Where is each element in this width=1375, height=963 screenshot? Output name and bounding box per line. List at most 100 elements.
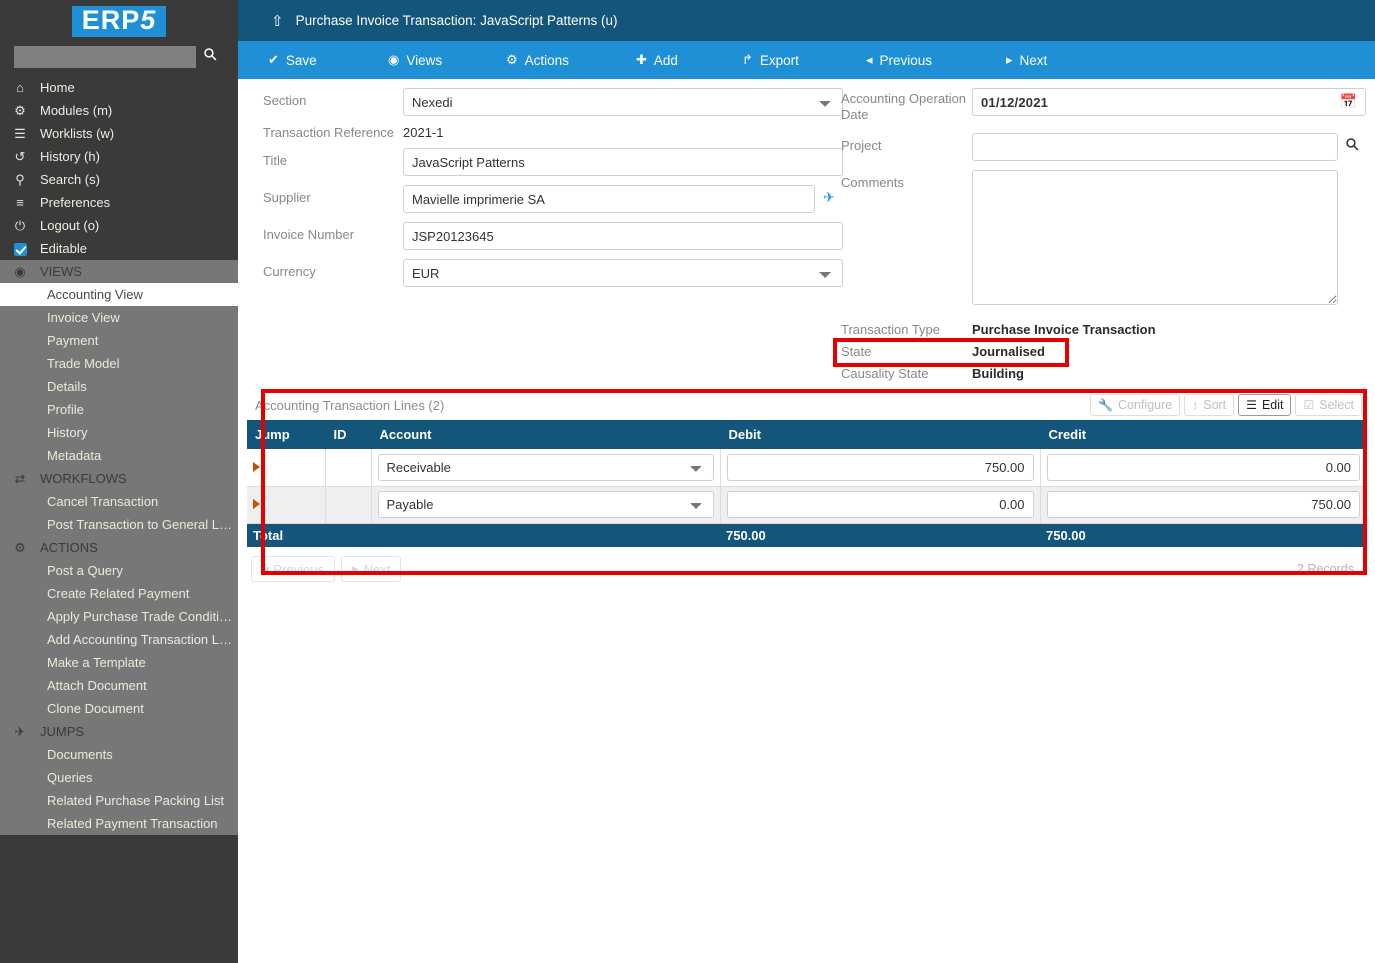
export-button[interactable]: ↱ Export <box>742 52 799 68</box>
sidebar-item-payment[interactable]: Payment <box>0 329 238 352</box>
transaction-reference-value: 2021-1 <box>403 125 444 140</box>
sidebar-item-label: Add Accounting Transaction L… <box>47 632 233 647</box>
sidebar-section-actions[interactable]: ⚙ ACTIONS <box>0 536 238 559</box>
field-comments: Comments <box>841 170 1366 310</box>
sidebar-nav-item-modules-m[interactable]: ⚙ Modules (m) <box>0 99 238 122</box>
sidebar-item-cancel-transaction[interactable]: Cancel Transaction <box>0 490 238 513</box>
sidebar-item-apply-purchase-trade-conditi[interactable]: Apply Purchase Trade Conditi… <box>0 605 238 628</box>
sidebar-item-create-related-payment[interactable]: Create Related Payment <box>0 582 238 605</box>
sidebar-nav-item-label: Modules (m) <box>40 103 113 118</box>
sidebar-nav-item-home[interactable]: ⌂ Home <box>0 76 238 99</box>
jump-arrow-icon[interactable] <box>253 461 260 472</box>
sidebar-item-label: Attach Document <box>47 678 147 693</box>
column-header-debit[interactable]: Debit <box>720 420 1041 449</box>
logo-text: ERP <box>81 4 141 35</box>
table-total-row: Total 750.00 750.00 <box>247 523 1366 547</box>
sidebar-nav-item-logout-o[interactable]: ⏻ Logout (o) <box>0 214 238 237</box>
sidebar-section-views[interactable]: ◉ VIEWS <box>0 260 238 283</box>
search-input[interactable] <box>14 46 196 68</box>
chevron-left-icon: ◂ <box>262 561 269 576</box>
project-input[interactable] <box>972 133 1338 161</box>
accounting-date-input[interactable] <box>972 88 1366 116</box>
debit-input[interactable] <box>726 491 1034 518</box>
pagination-previous-button[interactable]: ◂ Previous <box>251 556 336 582</box>
sidebar-nav-item-preferences[interactable]: ≡ Preferences <box>0 191 238 214</box>
column-header-credit[interactable]: Credit <box>1040 420 1367 449</box>
erp5-logo[interactable]: ERP5 <box>0 0 238 42</box>
previous-label: Previous <box>879 52 933 68</box>
views-label: Views <box>406 52 443 68</box>
sidebar-item-accounting-view[interactable]: Accounting View <box>0 283 238 306</box>
sidebar-item-related-purchase-packing-list[interactable]: Related Purchase Packing List <box>0 789 238 812</box>
section-select[interactable]: Nexedi <box>403 88 843 116</box>
sidebar-item-post-transaction-to-general-l[interactable]: Post Transaction to General L… <box>0 513 238 536</box>
sidebar-item-documents[interactable]: Documents <box>0 743 238 766</box>
sidebar-item-metadata[interactable]: Metadata <box>0 444 238 467</box>
field-invoice-number: Invoice Number <box>263 222 843 250</box>
sidebar-item-details[interactable]: Details <box>0 375 238 398</box>
currency-select[interactable]: EUR <box>403 259 843 287</box>
credit-input[interactable] <box>1046 453 1360 481</box>
arrow-up-icon[interactable]: ⇧ <box>271 12 284 30</box>
edit-button[interactable]: ☰ Edit <box>1238 394 1292 416</box>
sort-icon: ↕ <box>1192 398 1199 412</box>
total-label: Total <box>247 523 720 547</box>
column-header-account[interactable]: Account <box>371 420 721 449</box>
views-button[interactable]: ◉ Views <box>388 52 442 68</box>
total-debit: 750.00 <box>720 523 1040 547</box>
account-select[interactable]: Receivable <box>377 453 714 481</box>
column-header-jump[interactable]: Jump <box>247 420 326 449</box>
sidebar-section-jumps[interactable]: ✈ JUMPS <box>0 720 238 743</box>
sidebar-item-label: Accounting View <box>47 287 143 302</box>
sidebar-item-related-payment-transaction[interactable]: Related Payment Transaction <box>0 812 238 835</box>
debit-input[interactable] <box>726 453 1034 481</box>
pagination-next-button[interactable]: ▸ Next <box>341 556 402 582</box>
next-button[interactable]: ▸ Next <box>1006 52 1047 68</box>
sidebar-item-add-accounting-transaction-l[interactable]: Add Accounting Transaction L… <box>0 628 238 651</box>
sidebar-nav-item-history-h[interactable]: ↺ History (h) <box>0 145 238 168</box>
account-select[interactable]: Payable <box>377 491 714 518</box>
column-header-id[interactable]: ID <box>325 420 372 449</box>
sidebar-section-workflows[interactable]: ⇄ WORKFLOWS <box>0 467 238 490</box>
save-button[interactable]: ✔ Save <box>268 52 317 68</box>
sidebar-item-trade-model[interactable]: Trade Model <box>0 352 238 375</box>
sidebar-nav-item-label: History (h) <box>40 149 100 164</box>
previous-button[interactable]: ◂ Previous <box>866 52 932 68</box>
sidebar-item-clone-document[interactable]: Clone Document <box>0 697 238 720</box>
history-icon: ↺ <box>14 148 26 164</box>
listbox-pagination: ◂ Previous ▸ Next 2 Records <box>247 551 1366 587</box>
search-icon[interactable] <box>1338 133 1366 154</box>
search-icon[interactable] <box>196 46 224 68</box>
sidebar-item-queries[interactable]: Queries <box>0 766 238 789</box>
sidebar-item-profile[interactable]: Profile <box>0 398 238 421</box>
supplier-input[interactable] <box>403 185 815 213</box>
sidebar-nav-item-search-s[interactable]: ⚲ Search (s) <box>0 168 238 191</box>
sidebar-item-post-a-query[interactable]: Post a Query <box>0 559 238 582</box>
accounting-date-label: Accounting Operation Date <box>841 91 967 122</box>
jump-arrow-icon[interactable] <box>253 499 260 509</box>
credit-input[interactable] <box>1046 491 1360 518</box>
sidebar-nav-item-editable[interactable]: Editable <box>0 237 238 260</box>
form-right-column: Accounting Operation Date 📅 Project <box>841 88 1366 391</box>
sidebar-item-make-a-template[interactable]: Make a Template <box>0 651 238 674</box>
sort-label: Sort <box>1203 398 1227 412</box>
search-icon: ⚲ <box>15 171 25 187</box>
sidebar-section-label: JUMPS <box>40 724 85 739</box>
table-header-row: Jump ID Account Debit Credit <box>247 420 1367 449</box>
field-project: Project <box>841 133 1366 161</box>
field-section: Section Nexedi <box>263 88 843 116</box>
add-button[interactable]: ✚ Add <box>636 52 678 68</box>
plane-icon[interactable]: ✈ <box>815 185 843 206</box>
eye-icon: ◉ <box>14 263 26 279</box>
sidebar-nav-item-worklists-w[interactable]: ☰ Worklists (w) <box>0 122 238 145</box>
title-input[interactable] <box>403 148 843 176</box>
next-icon: ▸ <box>1006 52 1013 67</box>
comments-textarea[interactable] <box>972 170 1338 305</box>
sidebar-item-history[interactable]: History <box>0 421 238 444</box>
actions-button[interactable]: ⚙ Actions <box>506 52 569 68</box>
sidebar-item-invoice-view[interactable]: Invoice View <box>0 306 238 329</box>
sidebar-nav-item-label: Logout (o) <box>40 218 100 233</box>
sidebar-item-attach-document[interactable]: Attach Document <box>0 674 238 697</box>
invoice-number-input[interactable] <box>403 222 843 250</box>
transaction-lines-table: Jump ID Account Debit Credit Receivable P… <box>247 420 1367 547</box>
